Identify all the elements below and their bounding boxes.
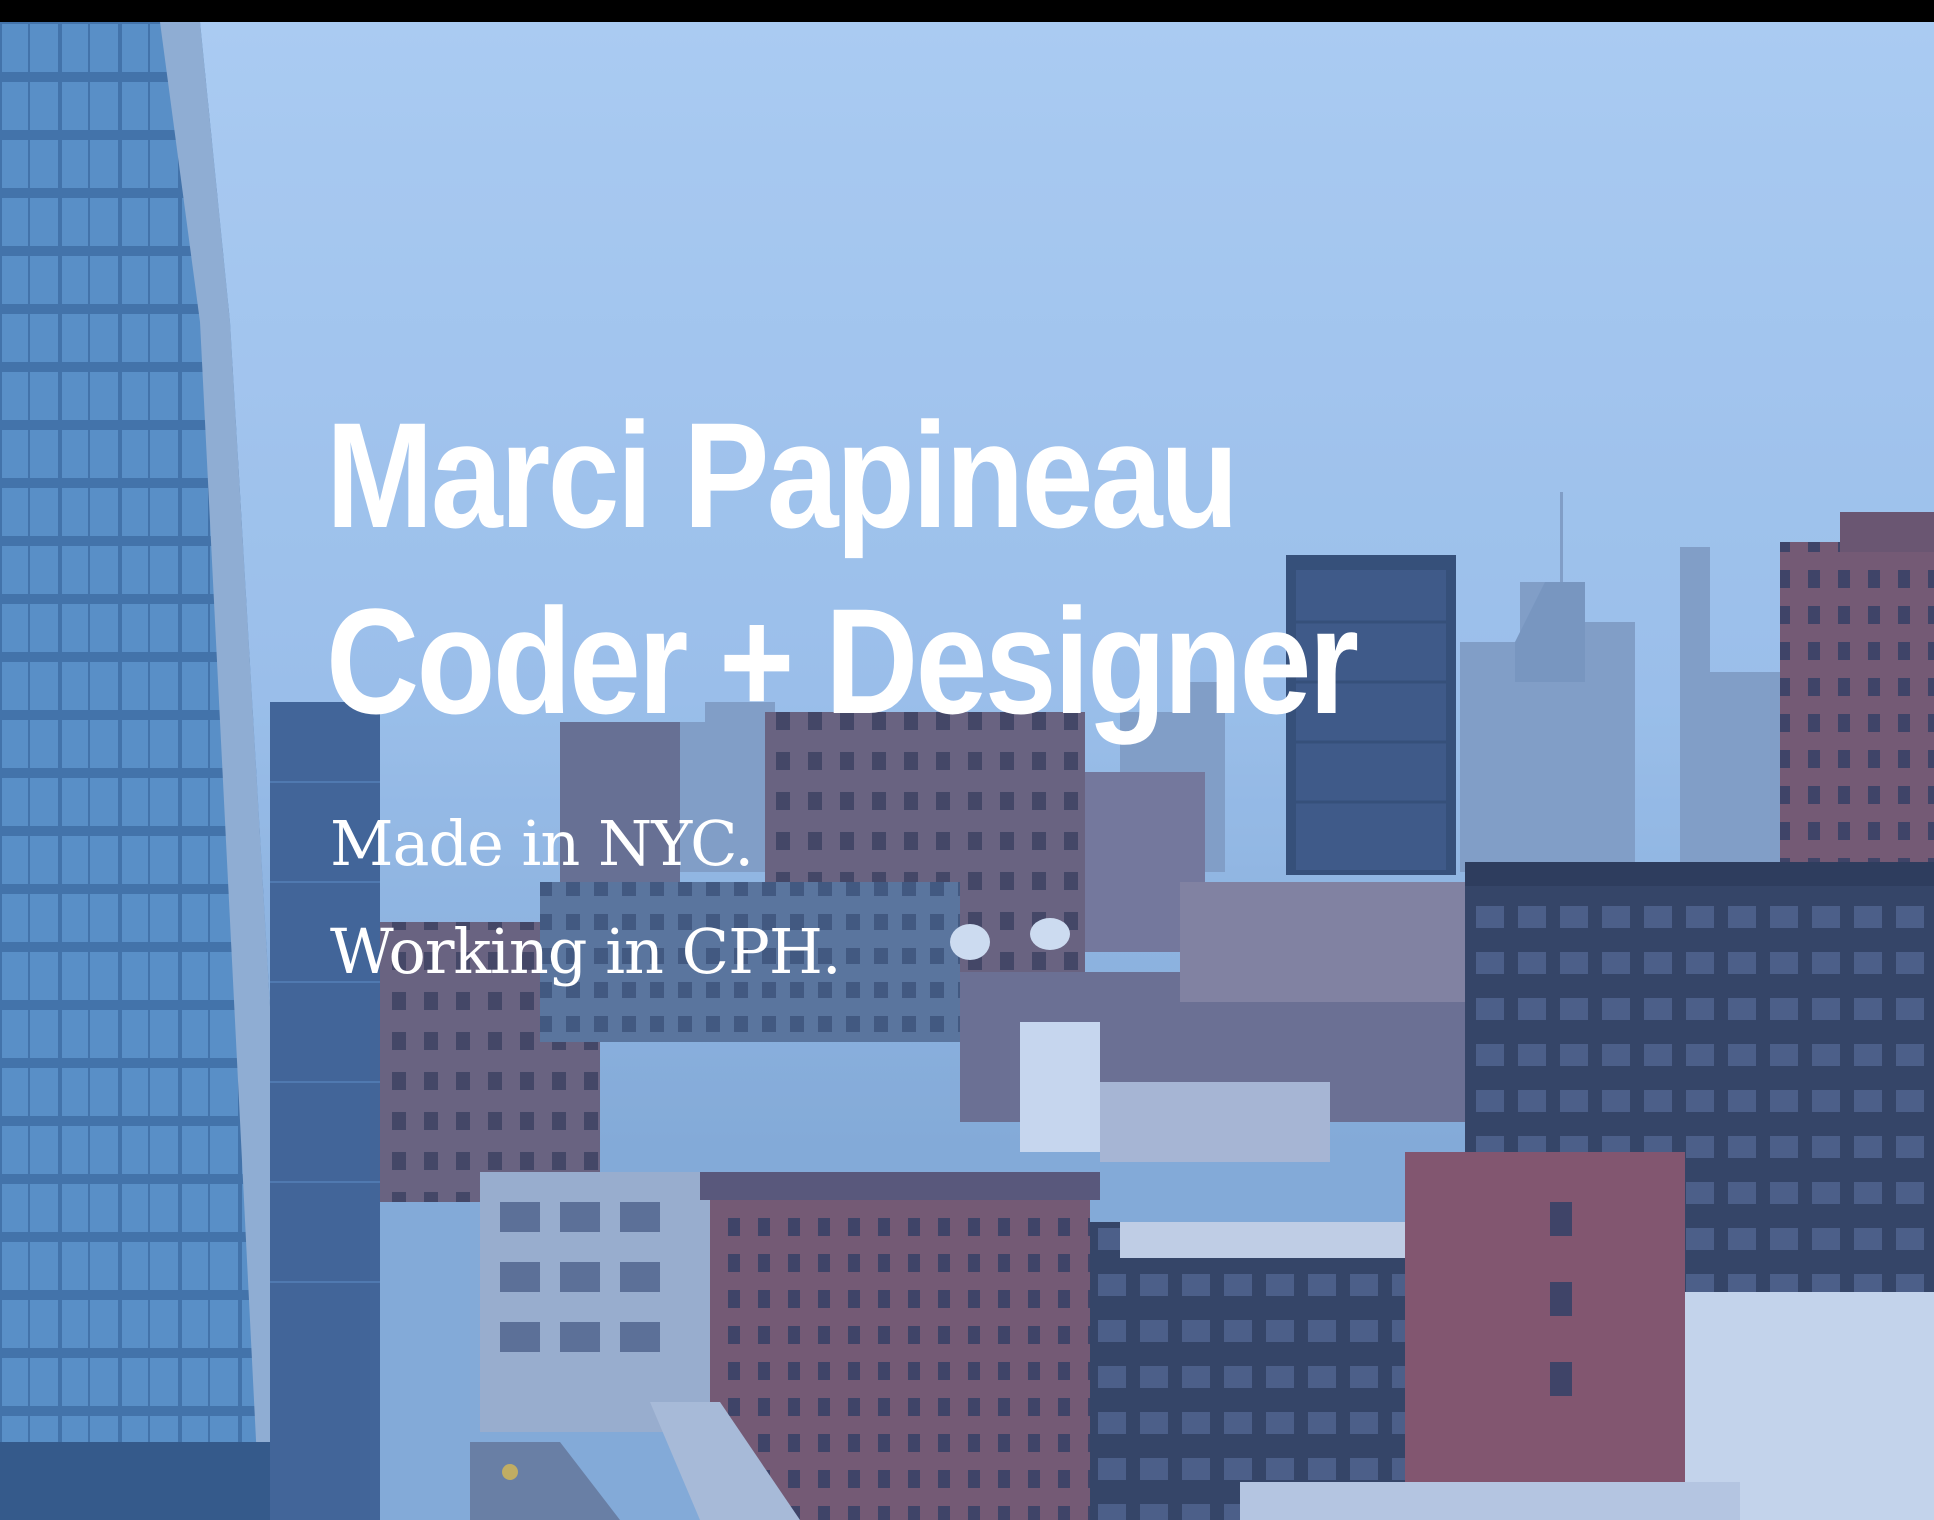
hero-headline: Marci Papineau Coder + Designer bbox=[326, 382, 1359, 754]
hero-section: Marci Papineau Coder + Designer Made in … bbox=[0, 22, 1934, 1520]
hero-name: Marci Papineau bbox=[326, 391, 1239, 559]
top-bar bbox=[0, 0, 1934, 22]
tagline-line-2: Working in CPH. bbox=[330, 915, 842, 988]
hero-role: Coder + Designer bbox=[326, 577, 1359, 745]
hero-tagline: Made in NYC. Working in CPH. bbox=[330, 790, 842, 1006]
page: Marci Papineau Coder + Designer Made in … bbox=[0, 0, 1934, 1520]
tagline-line-1: Made in NYC. bbox=[330, 807, 754, 880]
city-skyline-image bbox=[0, 22, 1934, 1520]
